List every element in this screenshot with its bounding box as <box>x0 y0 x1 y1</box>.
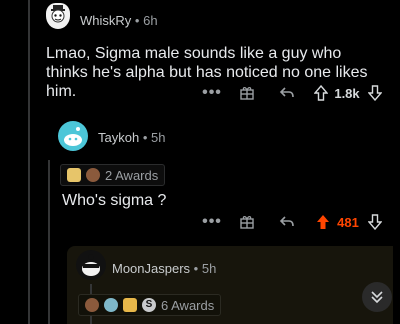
timestamp: 6h <box>143 13 158 28</box>
comment-actions: ••• 481 <box>190 212 400 232</box>
double-chevron-down-icon <box>371 291 383 304</box>
separator-dot: • <box>142 130 148 145</box>
reply-button[interactable] <box>276 83 298 103</box>
upvote-arrow-icon <box>317 215 329 229</box>
awards-badge[interactable]: 2 Awards <box>60 164 166 186</box>
thread-line-level-2[interactable] <box>48 160 50 324</box>
downvote-button[interactable] <box>366 212 384 232</box>
timestamp: 5h <box>151 130 166 145</box>
scroll-next-comment-button[interactable] <box>362 282 392 312</box>
upvote-button[interactable] <box>314 212 332 232</box>
upvote-arrow-icon <box>314 85 328 101</box>
snoo-avatar-icon <box>51 5 65 23</box>
comment-actions: ••• 1.8k <box>190 83 400 103</box>
username[interactable]: Taykoh <box>98 130 139 145</box>
separator-dot: • <box>134 13 140 28</box>
award-wholesome-icon <box>67 168 81 182</box>
reply-button[interactable] <box>276 212 298 232</box>
award-crown-icon <box>123 298 137 312</box>
award-poop-icon <box>85 298 99 312</box>
comment-header: WhiskRy • 6h <box>80 13 158 28</box>
more-options-button[interactable]: ••• <box>200 212 224 232</box>
awards-count: 6 Awards <box>161 297 215 313</box>
reply-arrow-icon <box>279 216 294 227</box>
avatar[interactable] <box>76 250 106 280</box>
snoo-avatar-icon <box>64 127 82 146</box>
avatar[interactable] <box>58 121 88 151</box>
downvote-button[interactable] <box>366 83 384 103</box>
vote-count: 481 <box>337 214 359 230</box>
award-silver-icon <box>104 298 118 312</box>
more-options-button[interactable]: ••• <box>200 83 224 103</box>
downvote-arrow-icon <box>368 214 382 230</box>
comment-header: MoonJaspers • 5h <box>112 261 216 276</box>
separator-dot: • <box>193 261 199 276</box>
vote-count: 1.8k <box>334 85 360 101</box>
downvote-arrow-icon <box>368 85 382 101</box>
username[interactable]: WhiskRy <box>80 13 131 28</box>
comment-body: Who's sigma ? <box>62 192 167 209</box>
thread-line-level-1[interactable] <box>28 0 30 324</box>
timestamp: 5h <box>201 261 217 276</box>
award-poop-icon <box>86 168 100 182</box>
snoo-avatar-icon <box>82 254 100 276</box>
award-button[interactable] <box>236 212 258 232</box>
awards-count: 2 Awards <box>105 167 159 183</box>
award-coin-icon: S <box>142 298 156 312</box>
comment-header: Taykoh • 5h <box>98 130 165 145</box>
upvote-button[interactable] <box>312 83 330 103</box>
award-gift-icon <box>240 87 254 100</box>
awards-badge[interactable]: S 6 Awards <box>78 294 222 316</box>
avatar[interactable] <box>46 3 70 29</box>
award-gift-icon <box>240 216 254 229</box>
reply-arrow-icon <box>279 87 294 98</box>
username[interactable]: MoonJaspers <box>112 261 190 276</box>
award-button[interactable] <box>236 83 258 103</box>
